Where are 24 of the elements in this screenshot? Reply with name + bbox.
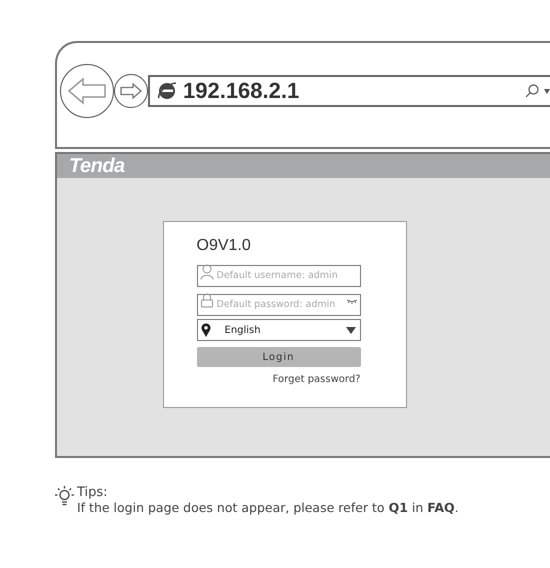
search-icon[interactable] — [525, 84, 539, 98]
tips-text: If the login page does not appear, please refer to Q1 in FAQ. — [77, 500, 459, 515]
device-model-title: O9V1.0 — [196, 236, 252, 256]
location-pin-icon — [200, 323, 210, 337]
back-button[interactable] — [60, 64, 114, 118]
login-button[interactable]: Login — [196, 347, 360, 367]
forward-button[interactable] — [114, 74, 148, 108]
brand-logo: Tenda — [69, 156, 125, 176]
forget-password-link[interactable]: Forget password? — [272, 372, 360, 387]
padlock-icon — [200, 293, 214, 308]
password-field[interactable]: Default password: admin — [196, 294, 360, 316]
dropdown-caret-icon — [346, 326, 356, 334]
browser-logo-icon — [156, 80, 178, 102]
lightbulb-icon — [55, 485, 74, 507]
back-arrow-icon — [67, 77, 107, 105]
address-bar[interactable]: 192.168.2.1 — [148, 75, 550, 107]
username-field[interactable]: Default username: admin — [196, 264, 360, 286]
closed-eye-icon[interactable] — [346, 299, 356, 304]
dropdown-caret-icon[interactable] — [544, 88, 550, 94]
language-dropdown[interactable]: English — [196, 319, 360, 341]
url-text: 192.168.2.1 — [183, 80, 300, 102]
forward-arrow-icon — [120, 83, 142, 99]
person-icon — [200, 264, 214, 280]
tips-heading: Tips: — [77, 485, 109, 500]
